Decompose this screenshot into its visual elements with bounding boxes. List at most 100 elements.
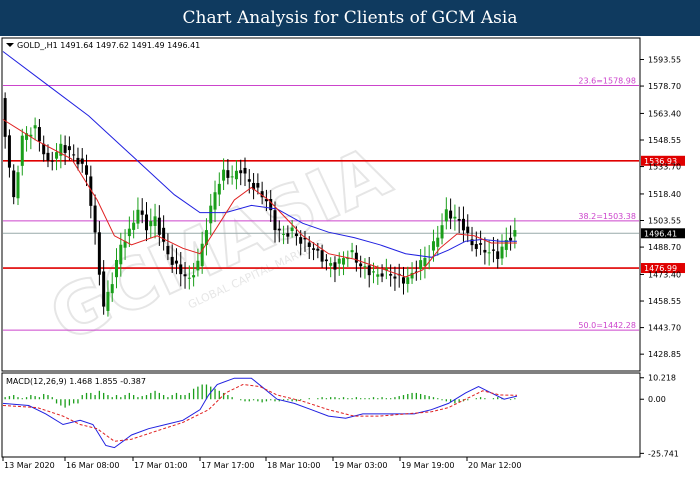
candle-body [132,222,136,230]
candle-body [37,127,41,142]
candle-body [337,258,341,264]
candle-body [110,284,114,294]
candle-body [457,219,461,221]
candle-body [192,275,196,278]
candle-body [354,252,358,263]
y-tick-label: 1518.40 [648,190,681,199]
candle-body [449,210,453,219]
candle-body [277,228,281,231]
candle-body [153,216,157,226]
candle-body [312,248,316,250]
x-tick-label: 17 Mar 01:00 [134,461,187,470]
candle-body [102,271,106,307]
candle-body [453,216,457,219]
candle-body [393,276,397,279]
candle-body [149,221,153,227]
candle-body [363,266,367,268]
candle-body [93,205,97,233]
candle-body [226,170,230,178]
candle-body [55,152,59,159]
candle-body [46,152,50,161]
candle-body [217,183,221,195]
candle-body [230,176,234,178]
candle-body [329,263,333,266]
candle-body [479,243,483,245]
candle-body [166,245,170,255]
candle-body [487,252,491,254]
candle-body [243,167,247,174]
candle-body [513,230,517,237]
level-label: 50.0=1442.28 [578,321,636,330]
y-tick-label: 1578.70 [648,82,681,91]
candle-body [444,209,448,222]
candle-body [299,237,303,244]
candle-body [72,154,76,156]
candle-body [115,259,119,278]
candle-body [273,210,277,231]
candle-body [67,146,71,151]
candle-body [320,250,324,262]
candle-body [423,257,427,267]
macd-y-tick-label: 0.00 [648,395,666,404]
candle-body [372,271,376,273]
candle-body [222,169,226,181]
candle-body [307,242,311,247]
candle-body [3,98,7,137]
candle-body [461,218,465,231]
x-tick-label: 20 Mar 12:00 [468,461,521,470]
candle-body [509,237,513,241]
candle-body [290,227,294,231]
candle-body [183,274,187,277]
x-tick-label: 18 Mar 10:00 [267,461,320,470]
candle-body [333,262,337,270]
current-price-label: 1496.41 [644,229,677,238]
price-chart: GCMASIA GLOBAL CAPITAL MARKETS 23.6=1578… [1,37,685,470]
candle-body [419,260,423,270]
candle-body [359,263,363,267]
candle-body [20,135,24,166]
x-axis: 13 Mar 2020 16 Mar 08:00 17 Mar 01:00 17 Ma… [2,457,521,470]
macd-y-tick-label: -25.741 [648,449,679,458]
x-tick-label: 16 Mar 08:00 [66,461,119,470]
y-tick-label: 1443.70 [648,324,681,333]
level-label: 23.6=1578.98 [578,77,636,86]
candle-body [170,256,174,265]
candle-body [16,172,20,199]
candle-body [350,250,354,253]
candle-body [294,233,298,236]
candle-body [436,237,440,247]
candle-body [380,273,384,277]
candle-body [491,249,495,251]
candle-body [97,232,101,275]
x-tick-label: 17 Mar 17:00 [201,461,254,470]
candle-body [136,209,140,224]
candle-body [239,170,243,174]
candle-body [200,243,204,267]
y-tick-label: 1458.55 [648,297,681,306]
y-tick-label: 1503.55 [648,217,681,226]
page-title: Chart Analysis for Clients of GCM Asia [0,0,700,36]
y-tick-label: 1473.40 [648,270,681,279]
candle-body [33,125,37,129]
x-tick-label: 13 Mar 2020 [4,461,55,470]
candle-body [76,157,80,165]
candle-body [389,274,393,276]
y-tick-label: 1488.70 [648,243,681,252]
candle-body [474,244,478,249]
candle-body [367,265,371,276]
y-tick-label: 1428.85 [648,350,681,359]
macd-label: MACD(12,26,9) 1.468 1.855 -0.387 [6,377,146,386]
candle-body [119,244,123,265]
candle-body [196,260,200,271]
candle-body [401,277,405,284]
x-tick-label: 19 Mar 19:00 [401,461,454,470]
symbol-info: GOLD_,H1 1491.64 1497.62 1491.49 1496.41 [17,41,200,50]
candle-body [342,258,346,265]
candle-body [213,192,217,210]
candle-body [466,226,470,233]
candle-body [376,274,380,277]
candle-body [7,135,11,168]
candle-body [157,217,161,235]
y-tick-label: 1593.55 [648,55,681,64]
candle-body [256,183,260,188]
